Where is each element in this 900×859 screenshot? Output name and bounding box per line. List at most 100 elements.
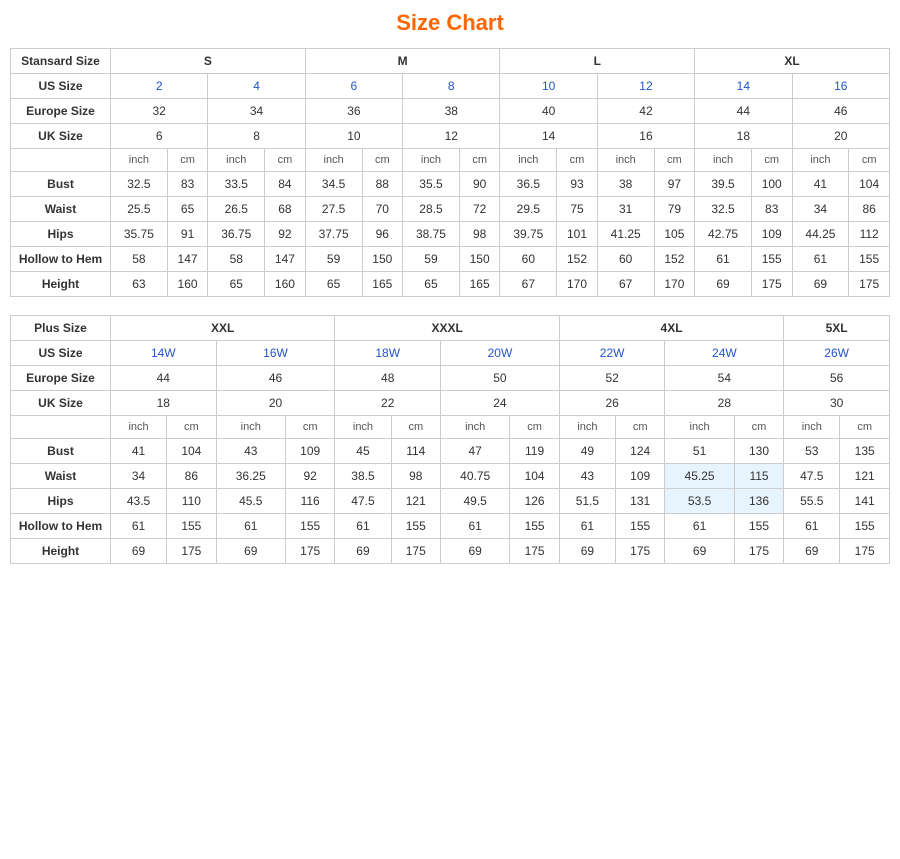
plus-waist-5: 98 bbox=[391, 464, 441, 489]
waist-label: Waist bbox=[11, 197, 111, 222]
bust-14: 41 bbox=[792, 172, 849, 197]
plus-hollow-3: 155 bbox=[285, 514, 335, 539]
hollow-9: 152 bbox=[557, 247, 598, 272]
uk-size-label: UK Size bbox=[11, 124, 111, 149]
plus-height-10: 69 bbox=[665, 539, 734, 564]
plus-uk-label: UK Size bbox=[11, 391, 111, 416]
plus-hollow-10: 61 bbox=[665, 514, 734, 539]
hollow-2: 58 bbox=[208, 247, 265, 272]
plus-waist-3: 92 bbox=[285, 464, 335, 489]
height-12: 69 bbox=[695, 272, 752, 297]
hips-6: 38.75 bbox=[403, 222, 460, 247]
hips-2: 36.75 bbox=[208, 222, 265, 247]
bust-12: 39.5 bbox=[695, 172, 752, 197]
unit-cm-4: cm bbox=[557, 149, 598, 172]
eu-46: 46 bbox=[792, 99, 889, 124]
waist-11: 79 bbox=[654, 197, 695, 222]
waist-6: 28.5 bbox=[403, 197, 460, 222]
m-header: M bbox=[305, 49, 500, 74]
waist-3: 68 bbox=[265, 197, 306, 222]
hips-row: Hips 35.75 91 36.75 92 37.75 96 38.75 98… bbox=[11, 222, 890, 247]
waist-8: 29.5 bbox=[500, 197, 557, 222]
plus-unit-cm-2: cm bbox=[391, 416, 441, 439]
plus-hollow-6: 61 bbox=[441, 514, 510, 539]
us-size-2: 2 bbox=[111, 74, 208, 99]
plus-hips-0: 43.5 bbox=[111, 489, 167, 514]
height-2: 65 bbox=[208, 272, 265, 297]
plus-bust-6: 47 bbox=[441, 439, 510, 464]
height-3: 160 bbox=[265, 272, 306, 297]
uk-16: 16 bbox=[597, 124, 694, 149]
unit-inch-2: inch bbox=[305, 149, 362, 172]
l-header: L bbox=[500, 49, 695, 74]
plus-eu-48: 48 bbox=[335, 366, 441, 391]
plus-bust-2: 43 bbox=[216, 439, 285, 464]
height-row: Height 63 160 65 160 65 165 65 165 67 17… bbox=[11, 272, 890, 297]
uk-14: 14 bbox=[500, 124, 597, 149]
plus-waist-0: 34 bbox=[111, 464, 167, 489]
plus-us-22w: 22W bbox=[559, 341, 665, 366]
plus-unit-cm-5: cm bbox=[734, 416, 784, 439]
plus-waist-4: 38.5 bbox=[335, 464, 391, 489]
plus-bust-12: 53 bbox=[784, 439, 840, 464]
eu-36: 36 bbox=[305, 99, 402, 124]
plus-unit-inch-5: inch bbox=[665, 416, 734, 439]
plus-unit-inch-2: inch bbox=[335, 416, 391, 439]
plus-unit-inch-0: inch bbox=[111, 416, 167, 439]
unit-cm-5: cm bbox=[654, 149, 695, 172]
unit-cm-3: cm bbox=[459, 149, 500, 172]
waist-1: 65 bbox=[167, 197, 208, 222]
bust-8: 36.5 bbox=[500, 172, 557, 197]
waist-15: 86 bbox=[849, 197, 890, 222]
height-label: Height bbox=[11, 272, 111, 297]
hips-10: 41.25 bbox=[597, 222, 654, 247]
plus-uk-24: 24 bbox=[441, 391, 560, 416]
hips-9: 101 bbox=[557, 222, 598, 247]
plus-eu-56: 56 bbox=[784, 366, 890, 391]
plus-hollow-12: 61 bbox=[784, 514, 840, 539]
plus-us-26w: 26W bbox=[784, 341, 890, 366]
unit-inch-5: inch bbox=[597, 149, 654, 172]
hollow-12: 61 bbox=[695, 247, 752, 272]
hollow-row: Hollow to Hem 58 147 58 147 59 150 59 15… bbox=[11, 247, 890, 272]
plus-waist-7: 104 bbox=[510, 464, 560, 489]
plus-hollow-2: 61 bbox=[216, 514, 285, 539]
us-size-label: US Size bbox=[11, 74, 111, 99]
plus-hollow-label: Hollow to Hem bbox=[11, 514, 111, 539]
height-5: 165 bbox=[362, 272, 403, 297]
height-4: 65 bbox=[305, 272, 362, 297]
plus-hips-3: 116 bbox=[285, 489, 335, 514]
plus-hollow-8: 61 bbox=[559, 514, 615, 539]
hollow-11: 152 bbox=[654, 247, 695, 272]
plus-waist-11: 115 bbox=[734, 464, 784, 489]
hollow-4: 59 bbox=[305, 247, 362, 272]
eu-42: 42 bbox=[597, 99, 694, 124]
plus-hips-10: 53.5 bbox=[665, 489, 734, 514]
plus-unit-cm-3: cm bbox=[510, 416, 560, 439]
plus-hollow-row: Hollow to Hem 61 155 61 155 61 155 61 15… bbox=[11, 514, 890, 539]
plus-unit-cm-6: cm bbox=[840, 416, 890, 439]
plus-hollow-9: 155 bbox=[615, 514, 665, 539]
s-header: S bbox=[111, 49, 306, 74]
waist-2: 26.5 bbox=[208, 197, 265, 222]
height-11: 170 bbox=[654, 272, 695, 297]
plus-unit-cm-1: cm bbox=[285, 416, 335, 439]
us-size-12: 12 bbox=[597, 74, 694, 99]
hips-11: 105 bbox=[654, 222, 695, 247]
waist-10: 31 bbox=[597, 197, 654, 222]
plus-bust-1: 104 bbox=[167, 439, 217, 464]
hips-13: 109 bbox=[751, 222, 792, 247]
xl-header: XL bbox=[695, 49, 890, 74]
eu-38: 38 bbox=[403, 99, 500, 124]
bust-13: 100 bbox=[751, 172, 792, 197]
plus-height-row: Height 69 175 69 175 69 175 69 175 69 17… bbox=[11, 539, 890, 564]
height-1: 160 bbox=[167, 272, 208, 297]
standard-unit-row: inch cm inch cm inch cm inch cm inch cm … bbox=[11, 149, 890, 172]
plus-waist-label: Waist bbox=[11, 464, 111, 489]
plus-height-5: 175 bbox=[391, 539, 441, 564]
hollow-8: 60 bbox=[500, 247, 557, 272]
plus-height-9: 175 bbox=[615, 539, 665, 564]
bust-3: 84 bbox=[265, 172, 306, 197]
plus-hips-7: 126 bbox=[510, 489, 560, 514]
plus-height-13: 175 bbox=[840, 539, 890, 564]
